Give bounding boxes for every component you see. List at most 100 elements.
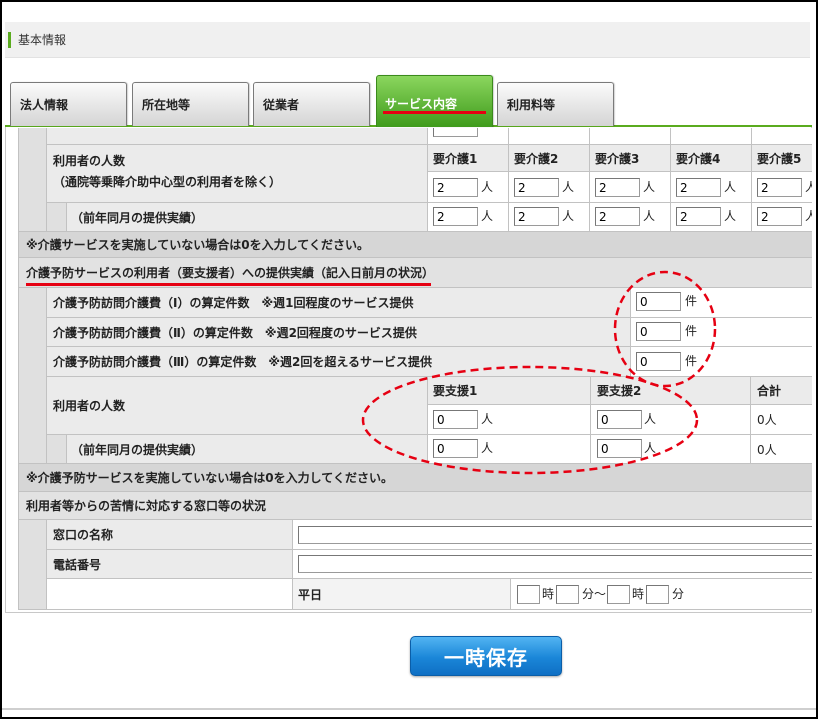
count-input-1[interactable] xyxy=(636,292,681,311)
partial-row-cell xyxy=(752,128,812,145)
care-current-input-4[interactable] xyxy=(676,178,721,197)
care-current-input-5[interactable] xyxy=(757,178,802,197)
window-name-cell xyxy=(293,520,812,550)
tab-fees[interactable]: 利用料等 xyxy=(497,82,614,126)
care-current-input-3[interactable] xyxy=(595,178,640,197)
hours-label-cell xyxy=(47,579,293,610)
count-unit-label: 件 xyxy=(685,294,698,308)
care-users-label: 利用者の人数 xyxy=(53,154,126,168)
care-col-header-4: 要介護4 xyxy=(671,145,752,172)
care-previous-input-4[interactable] xyxy=(676,207,721,226)
tab-location[interactable]: 所在地等 xyxy=(132,82,249,126)
partial-row-cell xyxy=(590,128,671,145)
indent-strip xyxy=(19,288,47,464)
prevention-note: ※介護予防サービスを実施していない場合は0を入力してください。 xyxy=(19,464,812,492)
tab-corporate-info[interactable]: 法人情報 xyxy=(10,82,127,126)
unit-label: 人 xyxy=(724,209,737,223)
window-name-input[interactable] xyxy=(298,526,812,544)
unit-label: 人 xyxy=(481,412,494,426)
care-previous-input-2[interactable] xyxy=(514,207,559,226)
prevention-previous-total: 0人 xyxy=(751,435,812,464)
care-col-header-3: 要介護3 xyxy=(590,145,671,172)
care-current-cell: 人 xyxy=(509,172,590,203)
partial-input[interactable] xyxy=(433,128,478,137)
header-accent-bar xyxy=(8,32,11,48)
tab-service-content[interactable]: サービス内容 xyxy=(376,75,493,127)
phone-label: 電話番号 xyxy=(47,550,293,579)
prevention-col-header-total: 合計 xyxy=(751,377,812,405)
window-name-label: 窓口の名称 xyxy=(47,520,293,550)
annotation-underline-tab xyxy=(383,111,486,114)
unit-label: 人 xyxy=(724,180,737,194)
partial-row-cell xyxy=(428,128,509,145)
unit-label: 人 xyxy=(562,180,575,194)
count-input-3[interactable] xyxy=(636,352,681,371)
indent-strip xyxy=(19,520,47,610)
footer-divider xyxy=(2,708,816,710)
count-label-3: 介護予防訪問介護費（Ⅲ）の算定件数 ※週2回を超えるサービス提供 xyxy=(47,347,631,377)
indent-strip xyxy=(19,128,47,232)
care-previous-input-5[interactable] xyxy=(757,207,802,226)
care-current-cell: 人 xyxy=(428,172,509,203)
minute-range-unit-label: 分～ xyxy=(582,587,607,601)
count-label-1: 介護予防訪問介護費（Ⅰ）の算定件数 ※週1回程度のサービス提供 xyxy=(47,288,631,318)
prevention-col-header-1: 要支援1 xyxy=(428,377,591,405)
annotation-underline-heading xyxy=(26,283,431,286)
weekday-start-hour-input[interactable] xyxy=(517,585,540,604)
unit-label: 人 xyxy=(481,209,494,223)
weekday-end-minute-input[interactable] xyxy=(646,585,669,604)
prevention-current-input-1[interactable] xyxy=(433,410,478,429)
prevention-current-total: 0人 xyxy=(751,405,812,435)
unit-label: 人 xyxy=(481,180,494,194)
phone-input[interactable] xyxy=(298,555,812,573)
partial-row-label xyxy=(47,128,428,145)
unit-label: 人 xyxy=(643,180,656,194)
prevention-previous-input-1[interactable] xyxy=(433,439,478,458)
care-current-input-1[interactable] xyxy=(433,178,478,197)
count-unit-label: 件 xyxy=(685,324,698,338)
tab-staff[interactable]: 従業者 xyxy=(253,82,370,126)
count-input-2[interactable] xyxy=(636,322,681,341)
care-previous-cell: 人 xyxy=(752,203,812,232)
weekday-label: 平日 xyxy=(293,579,511,610)
care-col-header-2: 要介護2 xyxy=(509,145,590,172)
care-previous-cell: 人 xyxy=(671,203,752,232)
care-previous-cell: 人 xyxy=(590,203,671,232)
unit-label: 人 xyxy=(643,209,656,223)
care-previous-input-3[interactable] xyxy=(595,207,640,226)
prevention-previous-input-2[interactable] xyxy=(597,439,642,458)
count-unit-label: 件 xyxy=(685,354,698,368)
weekday-end-hour-input[interactable] xyxy=(607,585,630,604)
prevention-col-header-2: 要支援2 xyxy=(591,377,751,405)
prevention-current-cell: 人 xyxy=(591,405,751,435)
section-header: 基本情報 xyxy=(5,22,810,58)
temporary-save-button[interactable]: 一時保存 xyxy=(410,636,562,676)
count-cell: 件 xyxy=(631,347,812,377)
count-cell: 件 xyxy=(631,288,812,318)
prevention-previous-cell: 人 xyxy=(591,435,751,464)
count-cell: 件 xyxy=(631,318,812,347)
hour-unit-label: 時 xyxy=(542,587,555,601)
care-previous-label: （前年同月の提供実績） xyxy=(67,203,428,232)
care-current-input-2[interactable] xyxy=(514,178,559,197)
unit-label: 人 xyxy=(805,207,812,226)
care-users-note: （通院等乗降介助中心型の利用者を除く） xyxy=(53,175,282,189)
complaints-heading: 利用者等からの苦情に対応する窓口等の状況 xyxy=(19,492,812,520)
prevention-current-input-2[interactable] xyxy=(597,410,642,429)
unit-label: 人 xyxy=(562,209,575,223)
hour-unit-label: 時 xyxy=(632,587,645,601)
page-title: 基本情報 xyxy=(18,33,67,47)
form-scroll-area[interactable]: 利用者の人数 （通院等乗降介助中心型の利用者を除く） 要介護1 要介護2 要介護… xyxy=(18,128,812,610)
care-previous-input-1[interactable] xyxy=(433,207,478,226)
weekday-start-minute-input[interactable] xyxy=(556,585,579,604)
care-current-cell: 人 xyxy=(752,172,812,203)
care-note: ※介護サービスを実施していない場合は0を入力してください。 xyxy=(19,232,812,258)
care-col-header-5: 要介護5 xyxy=(752,145,812,172)
unit-label: 人 xyxy=(644,441,657,455)
phone-cell xyxy=(293,550,812,579)
care-previous-cell: 人 xyxy=(509,203,590,232)
unit-label: 人 xyxy=(481,441,494,455)
prevention-previous-cell: 人 xyxy=(428,435,591,464)
partial-row-cell xyxy=(671,128,752,145)
prevention-users-label: 利用者の人数 xyxy=(47,377,428,435)
